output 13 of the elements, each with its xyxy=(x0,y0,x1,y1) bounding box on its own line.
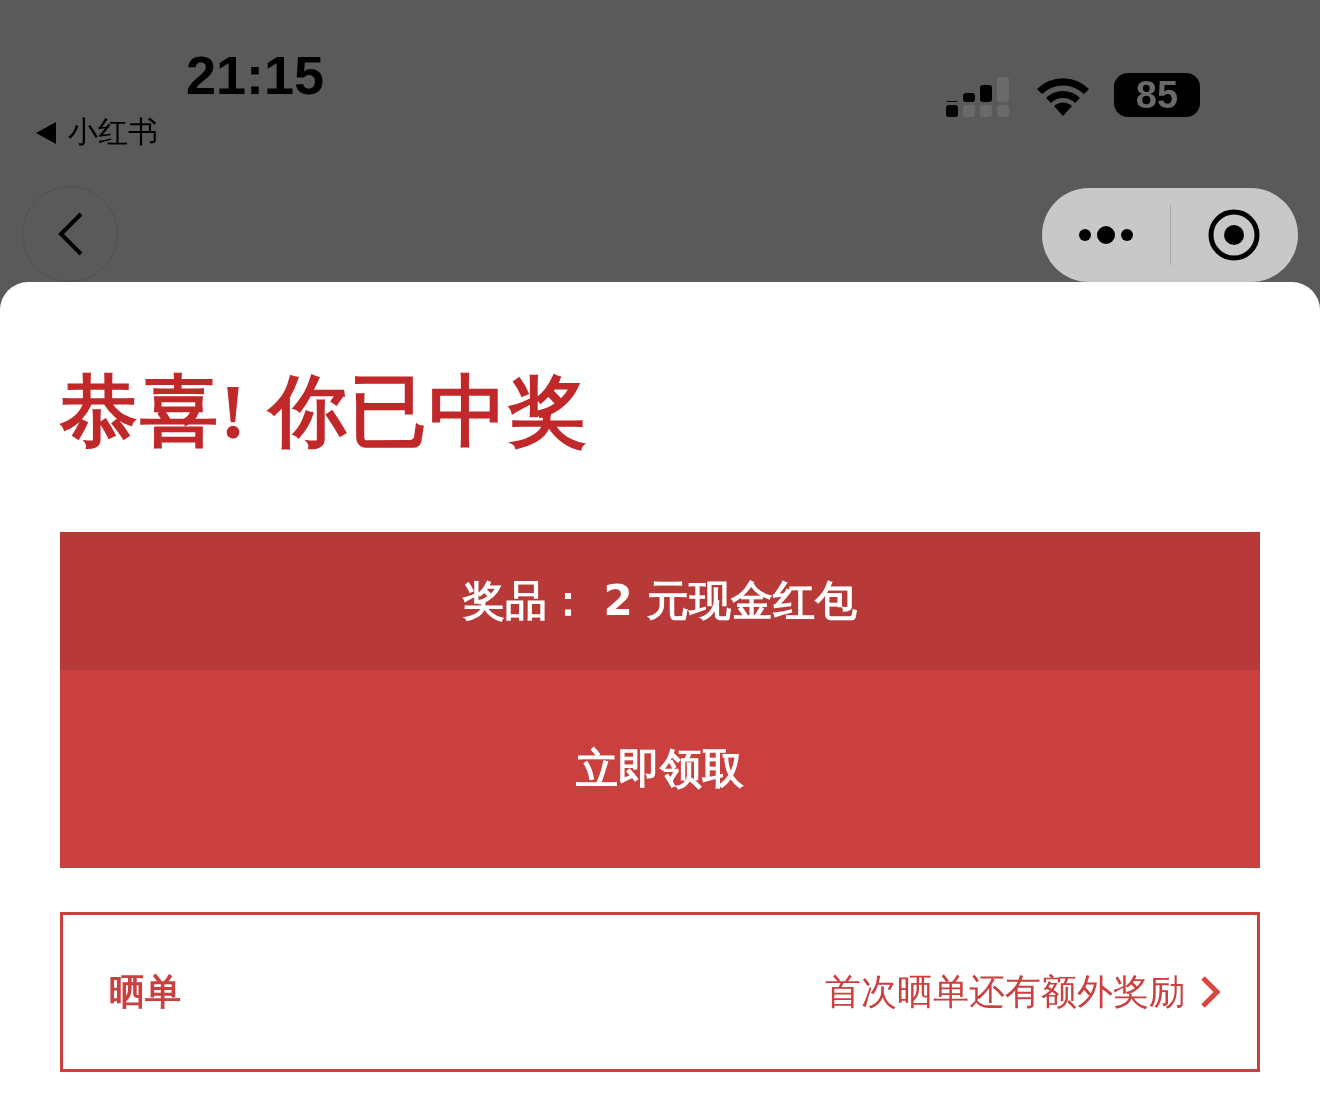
back-app-link[interactable]: 小红书 xyxy=(68,112,158,153)
page-title: 恭喜! 你已中奖 xyxy=(60,367,591,457)
more-dots-icon xyxy=(1076,225,1135,245)
chevron-right-icon xyxy=(1199,975,1221,1009)
share-hint: 首次晒单还有额外奖励 xyxy=(825,969,1185,1014)
prize-banner: 奖品： 2 元现金红包 xyxy=(60,532,1260,670)
target-icon xyxy=(1207,208,1262,262)
back-triangle-icon[interactable] xyxy=(36,121,56,144)
share-label: 晒单 xyxy=(109,969,181,1014)
status-time: 21:15 xyxy=(186,44,325,106)
battery-indicator: 85 xyxy=(1114,73,1200,117)
claim-button[interactable]: 立即领取 xyxy=(60,670,1260,868)
share-row[interactable]: 晒单 首次晒单还有额外奖励 xyxy=(60,912,1260,1072)
